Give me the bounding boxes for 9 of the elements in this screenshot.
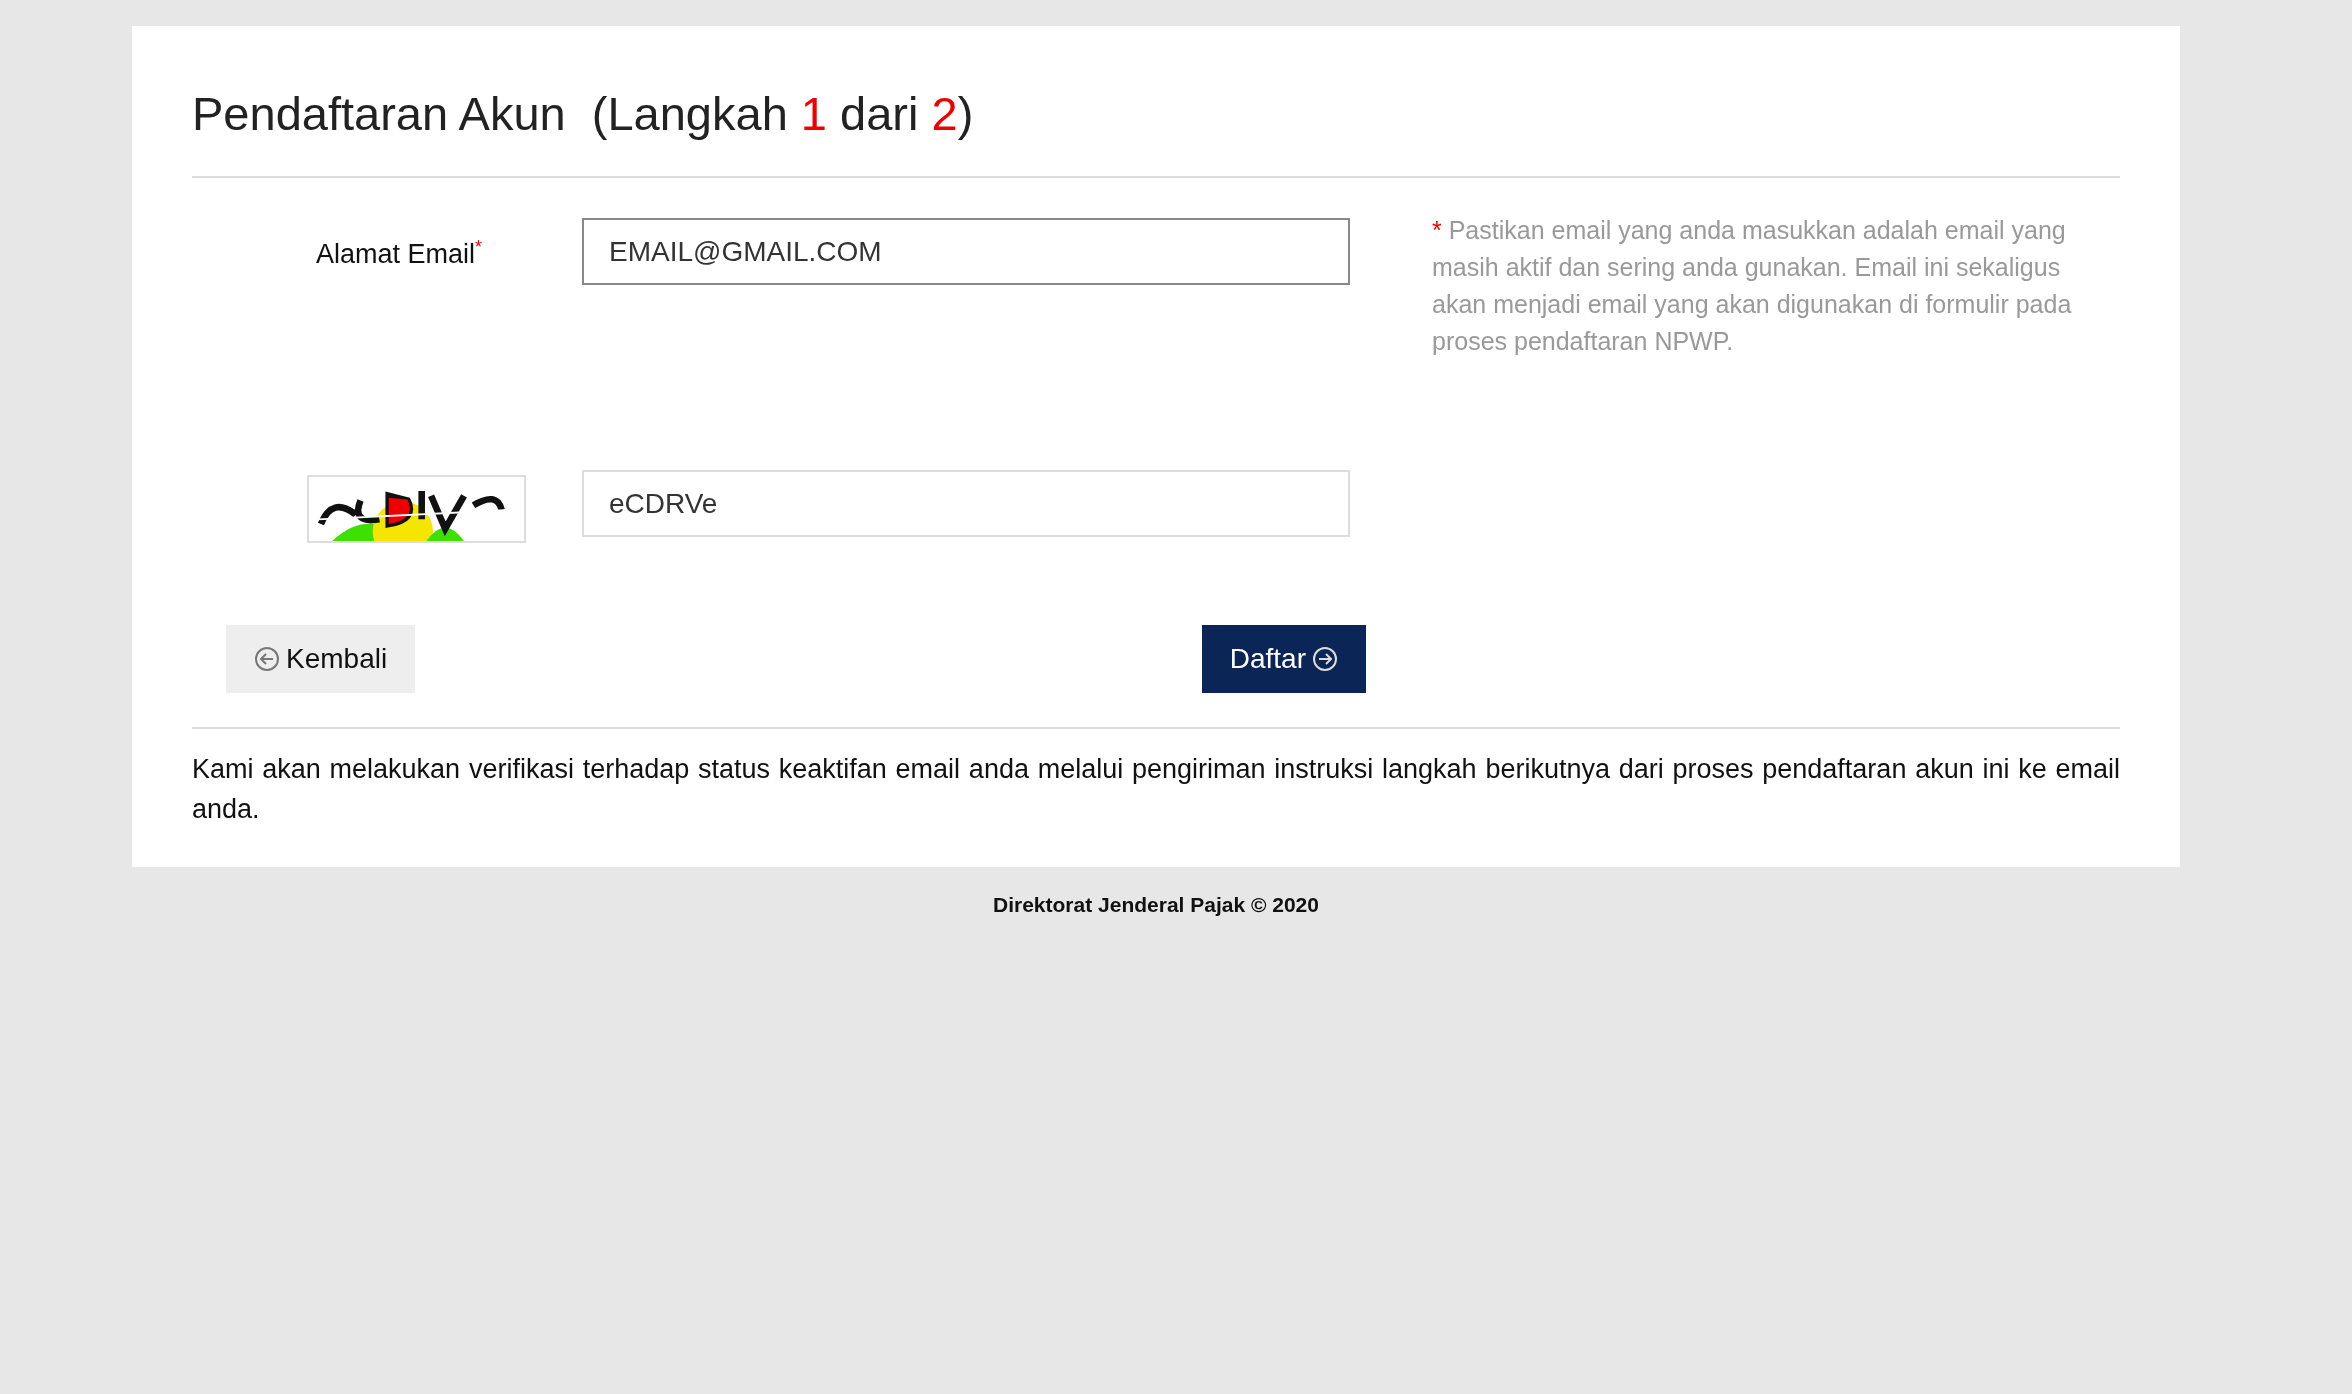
register-button[interactable]: Daftar bbox=[1201, 625, 1366, 694]
help-text: * Pastikan email yang anda masukkan adalah email yang masih aktif dan sering anda gunakan. Email ini sekaligus akan menjadi email yang akan digunakan di formulir pada proses pendaftaran NPWP. bbox=[1432, 215, 2073, 358]
email-label: Alamat Email* bbox=[314, 236, 483, 272]
captcha-field[interactable]: eCDRVe bbox=[582, 470, 1350, 538]
email-field[interactable]: EMAIL@GMAIL.COM bbox=[582, 218, 1350, 286]
back-button[interactable]: Kembali bbox=[226, 625, 416, 694]
info-text: Kami akan melakukan verifikasi terhadap status keaktifan email anda melalui pengiriman instruksi langkah berikutnya dari proses pendaftaran akun ini ke email anda. bbox=[192, 753, 2120, 827]
page-title: Pendaftaran Akun (Langkah 1 dari 2) bbox=[192, 86, 975, 142]
footer-text: Direktorat Jenderal Pajak © 2020 bbox=[992, 892, 1320, 919]
